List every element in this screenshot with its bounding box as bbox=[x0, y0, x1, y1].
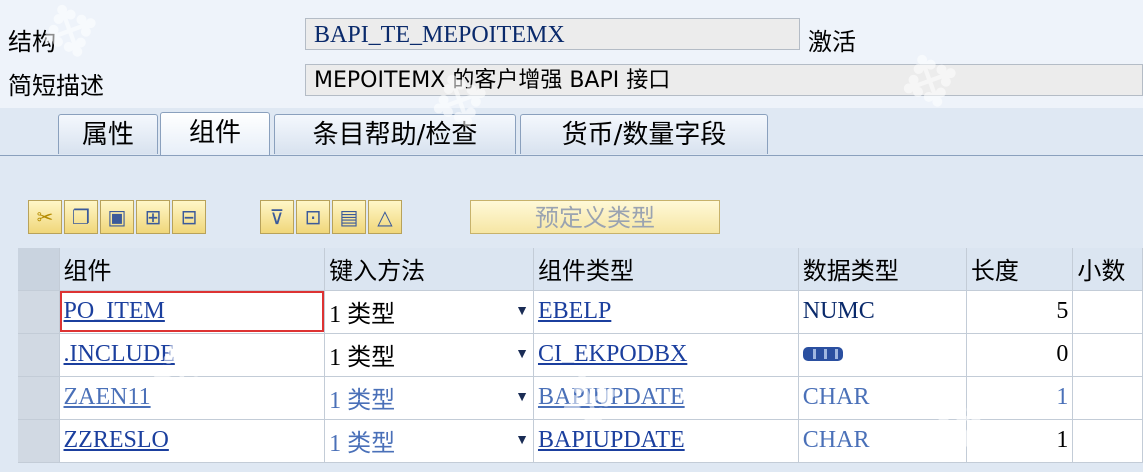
data-type-cell: NUMC bbox=[798, 290, 967, 334]
dropdown-icon[interactable]: ▼ bbox=[515, 390, 529, 406]
table-row[interactable]: .INCLUDE 1 类型 ▼ CI_EKPODBX 0 bbox=[18, 333, 1143, 377]
structure-icon bbox=[802, 347, 843, 361]
component-type-cell[interactable]: BAPIUPDATE bbox=[533, 419, 799, 463]
cut-icon[interactable]: ✂ bbox=[28, 200, 62, 234]
status-label: 激活 bbox=[808, 28, 856, 56]
component-type-cell[interactable]: CI_EKPODBX bbox=[533, 333, 799, 377]
component-cell[interactable]: .INCLUDE bbox=[59, 333, 326, 377]
row-selector[interactable] bbox=[18, 419, 60, 463]
tab-currency-fields[interactable]: 货币/数量字段 bbox=[520, 114, 768, 154]
dropdown-icon[interactable]: ▼ bbox=[515, 433, 529, 449]
table-row[interactable]: ZAEN11 1 类型 ▼ BAPIUPDATE CHAR 1 bbox=[18, 376, 1143, 420]
data-type-cell: CHAR bbox=[798, 376, 967, 420]
decimals-cell bbox=[1072, 333, 1143, 377]
tab-components[interactable]: 组件 bbox=[160, 112, 270, 156]
component-cell[interactable]: PO_ITEM bbox=[59, 290, 326, 334]
decimals-cell bbox=[1072, 376, 1143, 420]
key-method-cell[interactable]: 1 类型 ▼ bbox=[324, 376, 534, 420]
delete-row-icon[interactable]: ⊟ bbox=[172, 200, 206, 234]
structure-field[interactable]: BAPI_TE_MEPOITEMX bbox=[305, 18, 800, 50]
key-method-cell[interactable]: 1 类型 ▼ bbox=[324, 333, 534, 377]
component-type-cell[interactable]: EBELP bbox=[533, 290, 799, 334]
length-cell: 1 bbox=[966, 419, 1074, 463]
select-block-icon[interactable]: ⊡ bbox=[296, 200, 330, 234]
length-cell: 0 bbox=[966, 333, 1074, 377]
column-header-data-type[interactable]: 数据类型 bbox=[798, 248, 967, 291]
length-cell: 1 bbox=[966, 376, 1074, 420]
insert-row-icon[interactable]: ⊞ bbox=[136, 200, 170, 234]
data-type-cell bbox=[798, 333, 967, 377]
key-method-cell[interactable]: 1 类型 ▼ bbox=[324, 419, 534, 463]
decimals-cell bbox=[1072, 419, 1143, 463]
components-table: 组件 键入方法 组件类型 数据类型 长度 小数 PO_ITEM 1 类型 ▼ EB… bbox=[18, 248, 1143, 463]
component-type-cell[interactable]: BAPIUPDATE bbox=[533, 376, 799, 420]
row-selector[interactable] bbox=[18, 376, 60, 420]
dropdown-icon[interactable]: ▼ bbox=[515, 347, 529, 363]
tab-attributes[interactable]: 属性 bbox=[58, 114, 158, 154]
table-row[interactable]: ZZRESLO 1 类型 ▼ BAPIUPDATE CHAR 1 bbox=[18, 419, 1143, 463]
description-label: 简短描述 bbox=[8, 72, 104, 100]
decimals-cell bbox=[1072, 290, 1143, 334]
length-cell: 5 bbox=[966, 290, 1074, 334]
column-header-key-method[interactable]: 键入方法 bbox=[324, 248, 534, 291]
row-selector[interactable] bbox=[18, 333, 60, 377]
component-cell[interactable]: ZAEN11 bbox=[59, 376, 326, 420]
tab-input-help[interactable]: 条目帮助/检查 bbox=[274, 114, 516, 154]
copy-icon[interactable]: ❐ bbox=[64, 200, 98, 234]
row-selector[interactable] bbox=[18, 290, 60, 334]
paste-icon[interactable]: ▣ bbox=[100, 200, 134, 234]
column-header-component[interactable]: 组件 bbox=[59, 248, 326, 291]
tab-strip: 属性 组件 条目帮助/检查 货币/数量字段 bbox=[0, 108, 1143, 156]
expand-icon[interactable]: ⊽ bbox=[260, 200, 294, 234]
structure-label: 结构 bbox=[8, 28, 56, 56]
column-header-component-type[interactable]: 组件类型 bbox=[533, 248, 799, 291]
table-row[interactable]: PO_ITEM 1 类型 ▼ EBELP NUMC 5 bbox=[18, 290, 1143, 334]
column-header-length[interactable]: 长度 bbox=[966, 248, 1074, 291]
key-method-cell[interactable]: 1 类型 ▼ bbox=[324, 290, 534, 334]
description-field[interactable]: MEPOITEMX 的客户增强 BAPI 接口 bbox=[305, 64, 1143, 96]
component-cell[interactable]: ZZRESLO bbox=[59, 419, 326, 463]
data-type-cell: CHAR bbox=[798, 419, 967, 463]
header-area: 结构 BAPI_TE_MEPOITEMX 激活 简短描述 MEPOITEMX 的… bbox=[0, 0, 1143, 108]
collapse-icon[interactable]: △ bbox=[368, 200, 402, 234]
select-all-icon[interactable]: ▤ bbox=[332, 200, 366, 234]
dropdown-icon[interactable]: ▼ bbox=[515, 304, 529, 320]
column-header-decimals[interactable]: 小数 bbox=[1072, 248, 1143, 291]
table-header-row: 组件 键入方法 组件类型 数据类型 长度 小数 bbox=[18, 248, 1143, 291]
predefined-type-button[interactable]: 预定义类型 bbox=[470, 200, 720, 234]
select-all-cell[interactable] bbox=[18, 248, 60, 291]
